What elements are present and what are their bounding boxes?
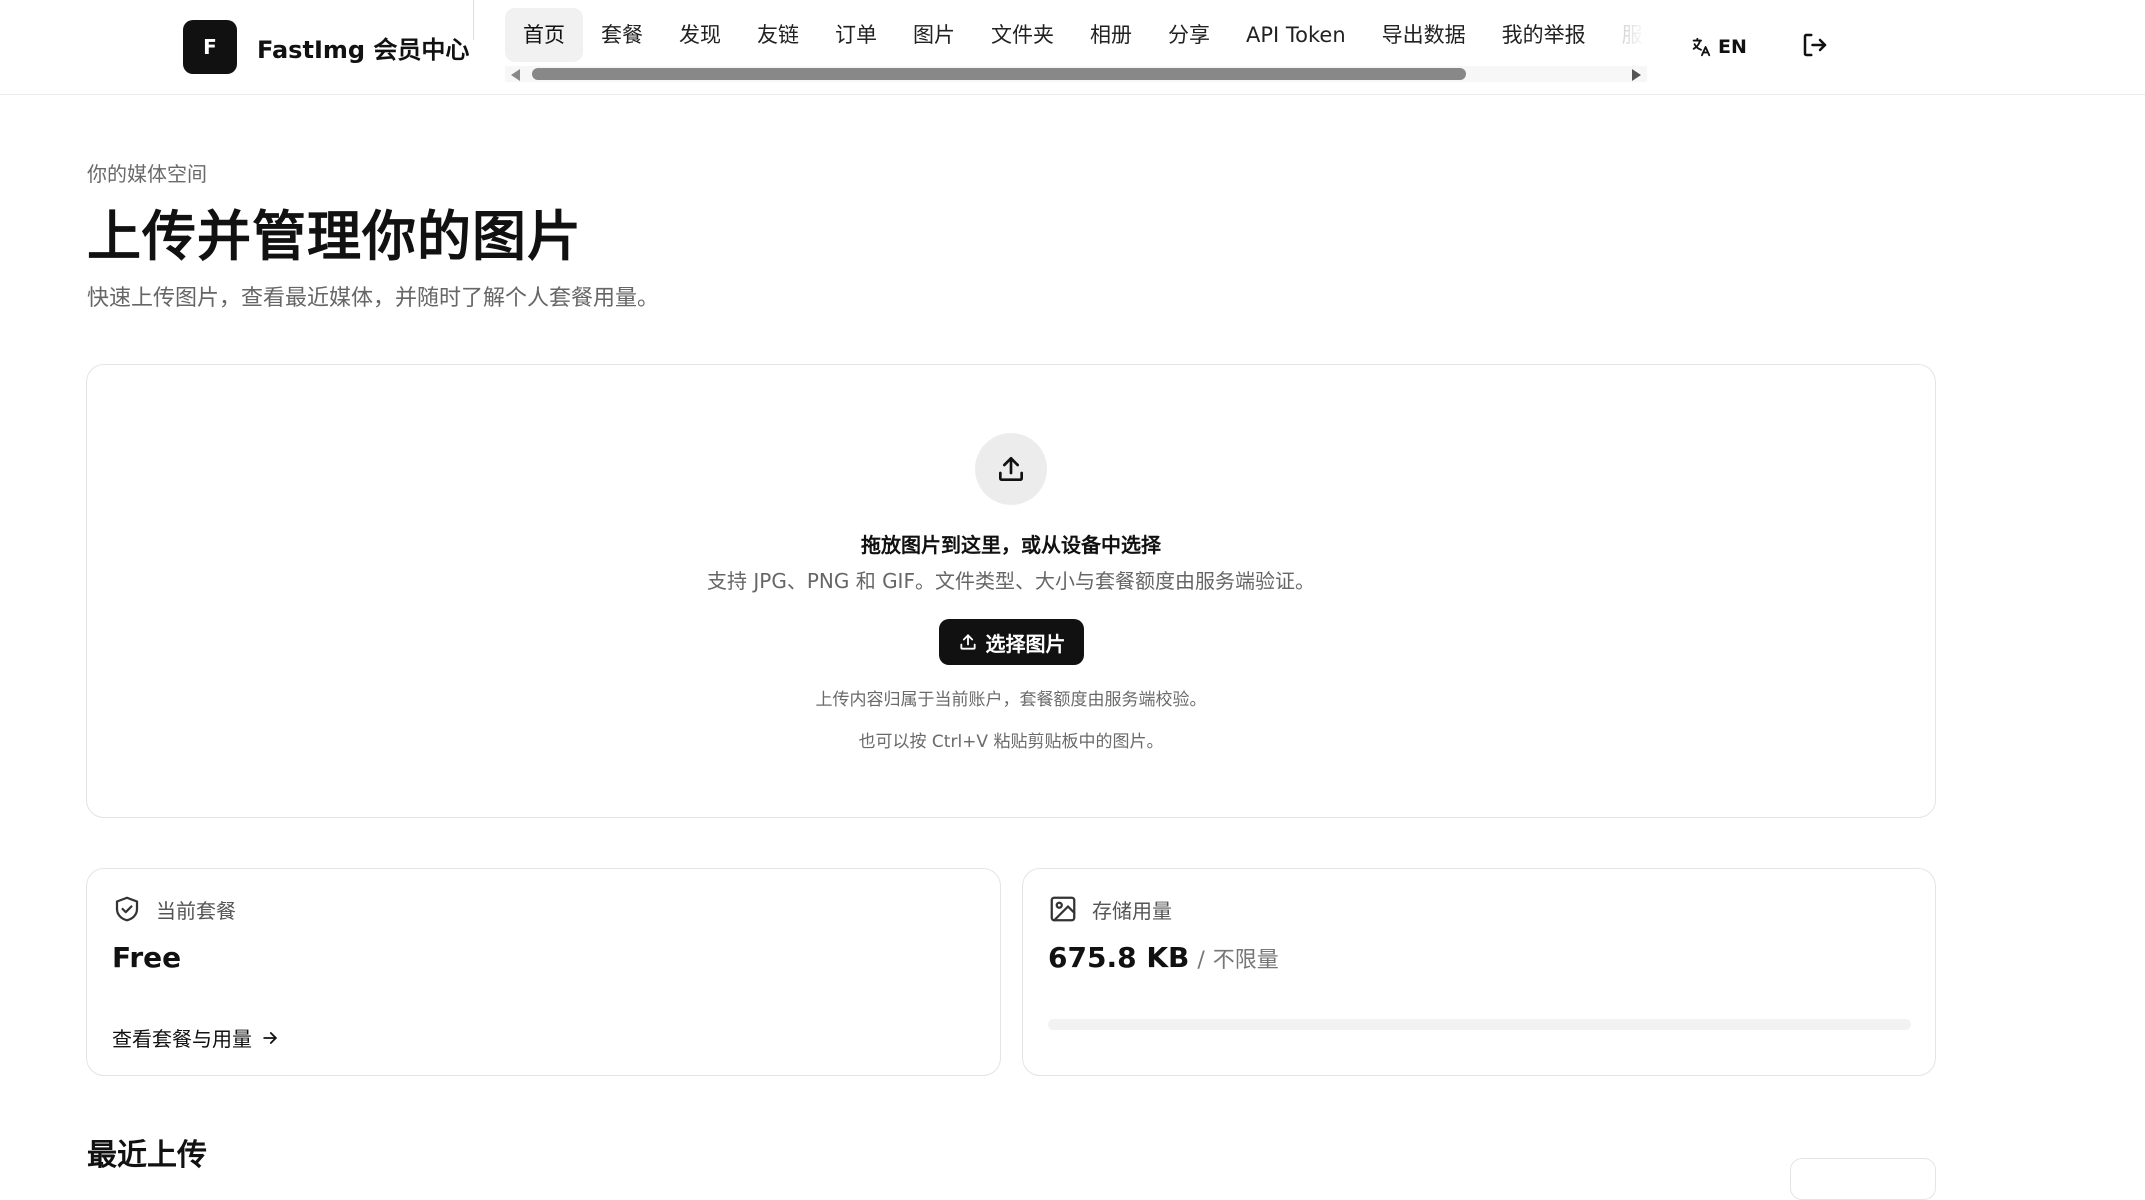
page-eyebrow: 你的媒体空间 [87,162,207,186]
upload-ownership-note: 上传内容归属于当前账户，套餐额度由服务端校验。 [815,690,1207,710]
nav-item[interactable]: 服务 [1604,8,1647,62]
upload-paste-note: 也可以按 Ctrl+V 粘贴剪贴板中的图片。 [858,732,1164,752]
nav-item[interactable]: 相册 [1072,8,1150,62]
upload-icon-circle [975,433,1047,505]
nav-item[interactable]: 友链 [739,8,817,62]
plan-label: 当前套餐 [156,898,236,923]
nav-list: 首页套餐发现友链订单图片文件夹相册分享API Token导出数据我的举报服务 [505,8,1647,62]
language-label: EN [1718,36,1747,58]
page-subtitle: 快速上传图片，查看最近媒体，并随时了解个人套餐用量。 [87,286,660,311]
page-title: 上传并管理你的图片 [87,205,582,268]
nav-item[interactable]: 文件夹 [973,8,1072,62]
nav-item[interactable]: API Token [1228,8,1364,62]
storage-card: 存储用量 675.8 KB / 不限量 [1022,868,1936,1076]
upload-icon [999,457,1023,481]
nav-item[interactable]: 套餐 [583,8,661,62]
nav-item[interactable]: 图片 [895,8,973,62]
shield-check-icon [115,896,139,922]
main-nav: 首页套餐发现友链订单图片文件夹相册分享API Token导出数据我的举报服务 [505,8,1647,88]
view-plan-link[interactable]: 查看套餐与用量 [112,1023,280,1052]
storage-separator: / [1197,948,1205,973]
logout-button[interactable] [1800,30,1832,62]
storage-progress-bar [1048,1019,1911,1030]
storage-value: 675.8 KB / 不限量 [1048,941,1279,974]
top-header: F FastImg 会员中心 首页 套餐 发现 友链 订单 图片 文件夹 相册 分享 API To… [0,0,2145,95]
nav-item[interactable]: 导出数据 [1364,8,1484,62]
storage-limit: 不限量 [1212,948,1279,973]
recent-uploads-title: 最近上传 [87,1138,207,1173]
arrow-right-icon [263,1031,277,1044]
recent-action-button[interactable] [1790,1158,1936,1200]
view-plan-link-label: 查看套餐与用量 [112,1027,252,1051]
logout-icon [1803,33,1827,57]
storage-label-row: 存储用量 [1048,894,1172,924]
brand[interactable]: F FastImg 会员中心 [183,20,469,74]
nav-item[interactable]: 发现 [661,8,739,62]
plan-value: Free [112,941,182,974]
plan-label-row: 当前套餐 [112,894,236,924]
nav-item[interactable]: 分享 [1150,8,1228,62]
nav-item[interactable]: 订单 [817,8,895,62]
select-image-label: 选择图片 [985,631,1066,656]
brand-logo: F [183,20,237,74]
nav-item[interactable]: 首页 [505,8,583,62]
scroll-right-arrow-icon[interactable] [1632,69,1641,81]
nav-item[interactable]: 我的举报 [1484,8,1604,62]
storage-used: 675.8 KB [1048,941,1190,974]
header-divider [473,0,474,40]
scroll-thumb[interactable] [532,68,1466,80]
translate-icon [1692,37,1711,57]
plan-card: 当前套餐 Free 查看套餐与用量 [86,868,1001,1076]
upload-dropzone[interactable]: 拖放图片到这里，或从设备中选择 支持 JPG、PNG 和 GIF。文件类型、大小… [86,364,1936,818]
scroll-left-arrow-icon[interactable] [511,69,520,81]
brand-name: FastImg 会员中心 [257,35,470,64]
upload-heading: 拖放图片到这里，或从设备中选择 [861,533,1161,557]
nav-scrollbar[interactable] [505,66,1647,82]
storage-label: 存储用量 [1092,898,1172,923]
image-icon [1050,896,1076,922]
language-toggle-button[interactable]: EN [1690,28,1747,66]
upload-description: 支持 JPG、PNG 和 GIF。文件类型、大小与套餐额度由服务端验证。 [707,569,1315,593]
upload-small-icon [959,634,976,650]
select-image-button[interactable]: 选择图片 [939,619,1084,665]
